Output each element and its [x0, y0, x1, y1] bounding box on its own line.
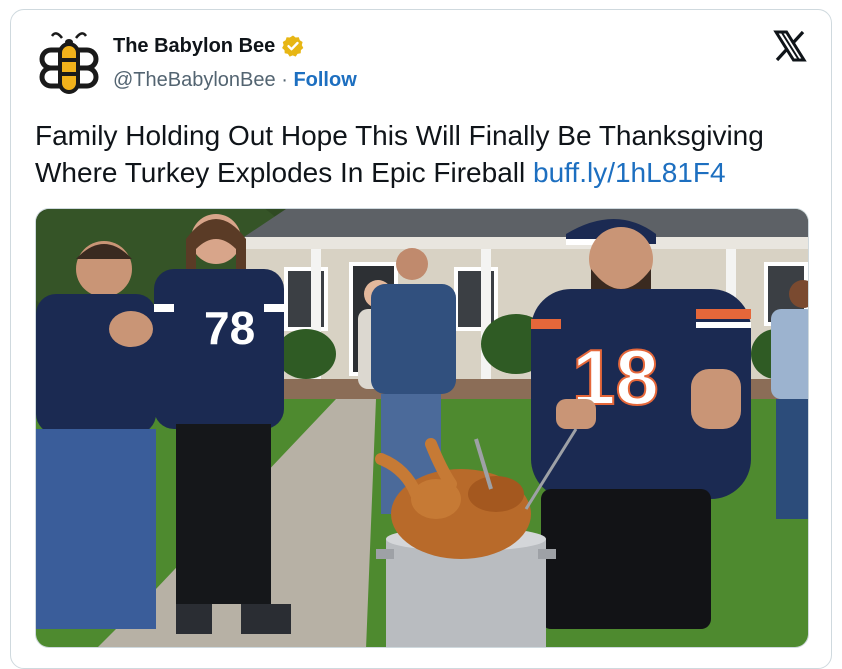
scene-illustration: 78 18	[36, 209, 808, 647]
jersey-number-left: 78	[204, 302, 255, 354]
x-logo-icon[interactable]	[773, 29, 807, 63]
tweet-link[interactable]: buff.ly/1hL81F4	[533, 157, 726, 188]
person-left-man	[36, 241, 156, 629]
follow-button[interactable]: Follow	[293, 69, 356, 91]
bee-logo-icon[interactable]	[35, 30, 103, 98]
author-handle-row: @TheBabylonBee · Follow	[113, 69, 357, 92]
tweet-media-image[interactable]: 78 18	[35, 208, 809, 648]
tweet-text: Family Holding Out Hope This Will Finall…	[35, 117, 815, 191]
tweet-card[interactable]: The Babylon Bee @TheBabylonBee · Follow …	[10, 9, 832, 669]
author-name-row: The Babylon Bee	[113, 34, 305, 58]
verified-badge-icon	[282, 35, 304, 57]
separator: ·	[281, 69, 288, 91]
author-display-name[interactable]: The Babylon Bee	[113, 35, 275, 58]
author-handle[interactable]: @TheBabylonBee	[113, 69, 276, 91]
